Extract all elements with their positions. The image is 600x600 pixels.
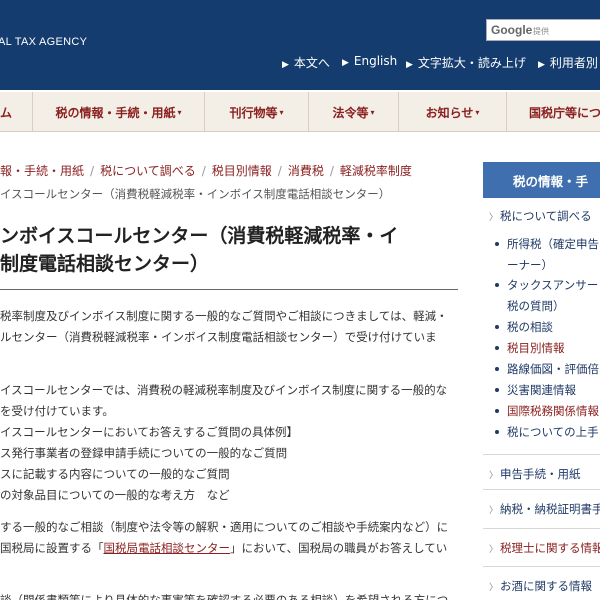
page-title: ンボイスコールセンター（消費税軽減税率・イ 制度電話相談センター） bbox=[0, 225, 399, 275]
regional-phone-center-link[interactable]: 国税局電話相談センター bbox=[104, 541, 231, 555]
sidebar-heading: 税の情報・手 bbox=[483, 162, 600, 198]
sidebar-divider bbox=[483, 528, 600, 529]
chevron-right-icon: 〉 bbox=[489, 471, 499, 481]
breadcrumb-separator: / bbox=[90, 164, 95, 178]
caret-down-icon: ▾ bbox=[177, 107, 182, 117]
sidebar-item-consultation[interactable]: 税の相談 bbox=[507, 319, 553, 335]
arrow-right-icon: ▶ bbox=[282, 60, 289, 70]
google-logo: Google bbox=[491, 23, 533, 37]
agency-name[interactable]: AL TAX AGENCY bbox=[0, 36, 87, 48]
nav-home[interactable]: ム bbox=[0, 92, 32, 132]
sidebar-item-research[interactable]: 税について調べる bbox=[500, 208, 592, 224]
breadcrumb-item[interactable]: 報・手続・用紙 bbox=[0, 164, 84, 178]
sidebar-divider bbox=[483, 454, 600, 455]
sidebar-item-tax-answer[interactable]: タックスアンサー bbox=[507, 277, 598, 293]
nav-publications[interactable]: 刊行物等 ▾ bbox=[204, 92, 308, 132]
nav-laws[interactable]: 法令等 ▾ bbox=[308, 92, 398, 132]
caret-down-icon: ▾ bbox=[475, 107, 480, 117]
breadcrumb-separator: / bbox=[329, 164, 334, 178]
bullet-icon bbox=[495, 388, 499, 392]
breadcrumb-item[interactable]: 税について調べる bbox=[100, 164, 196, 178]
sidebar-item-disaster[interactable]: 災害関連情報 bbox=[507, 382, 576, 398]
sidebar-item-income-tax-cont[interactable]: ーナー） bbox=[507, 257, 553, 273]
arrow-right-icon: ▶ bbox=[538, 60, 545, 70]
breadcrumb-separator: / bbox=[201, 164, 206, 178]
sidebar-item-income-tax[interactable]: 所得税（確定申告 bbox=[507, 236, 599, 252]
consultation-paragraph: する一般的なご相談（制度や法令等の解釈・適用についてのご相談や手続案内など）に … bbox=[0, 520, 449, 555]
breadcrumb-item[interactable]: 消費税 bbox=[288, 164, 324, 178]
google-sub-label: 提供 bbox=[533, 27, 549, 36]
bullet-icon bbox=[495, 409, 499, 413]
sidebar-item-international[interactable]: 国際税務関係情報 bbox=[507, 403, 599, 419]
bullet-icon bbox=[495, 283, 499, 287]
util-link-text-size[interactable]: ▶ 文字拡大・読み上げ bbox=[406, 54, 526, 71]
breadcrumb-item[interactable]: 税目別情報 bbox=[212, 164, 272, 178]
sidebar-divider bbox=[483, 489, 600, 490]
nav-tax-info[interactable]: 税の情報・手続・用紙 ▾ bbox=[32, 92, 204, 132]
nav-news[interactable]: お知らせ ▾ bbox=[398, 92, 506, 132]
util-link-user-type[interactable]: ▶ 利用者別 bbox=[538, 54, 598, 71]
sidebar-item-filing[interactable]: 申告手続・用紙 bbox=[500, 466, 581, 482]
bullet-icon bbox=[495, 242, 499, 246]
global-nav: ム 税の情報・手続・用紙 ▾ 刊行物等 ▾ 法令等 ▾ お知らせ ▾ 国税庁等につ bbox=[0, 92, 600, 132]
sidebar-item-tax-category[interactable]: 税目別情報 bbox=[507, 340, 565, 356]
util-link-main-content[interactable]: ▶ 本文へ bbox=[282, 54, 330, 71]
intro-paragraph: 税率制度及びインボイス制度に関する一般的なご質問やご相談につきましては、軽減・ … bbox=[0, 309, 448, 344]
nav-about-agency[interactable]: 国税庁等につ bbox=[506, 92, 600, 132]
chevron-right-icon: 〉 bbox=[489, 583, 499, 593]
caret-down-icon: ▾ bbox=[370, 107, 375, 117]
sidebar-divider bbox=[483, 566, 600, 567]
breadcrumb-separator: / bbox=[277, 164, 282, 178]
util-link-english[interactable]: ▶ English bbox=[342, 54, 397, 68]
appointment-paragraph: 談（関係書類等により具体的な事実等を確認する必要のある相談）を希望される方につ bbox=[0, 593, 449, 600]
chevron-right-icon: 〉 bbox=[489, 506, 499, 516]
bullet-icon bbox=[495, 430, 499, 434]
breadcrumb-current: イスコールセンター（消費税軽減税率・インボイス制度電話相談センター） bbox=[0, 187, 391, 201]
chevron-right-icon: 〉 bbox=[489, 545, 499, 555]
sidebar: 税の情報・手 〉 税について調べる 所得税（確定申告 ーナー） タックスアンサー… bbox=[483, 162, 600, 600]
sidebar-item-tax-tips[interactable]: 税についての上手 bbox=[507, 424, 599, 440]
arrow-right-icon: ▶ bbox=[406, 60, 413, 70]
callcenter-paragraph: イスコールセンターでは、消費税の軽減税率制度及びインボイス制度に関する一般的な … bbox=[0, 383, 448, 502]
sidebar-item-tax-accountant[interactable]: 税理士に関する情報 bbox=[500, 540, 600, 556]
sidebar-item-liquor[interactable]: お酒に関する情報 bbox=[500, 578, 592, 594]
breadcrumb: 報・手続・用紙 / 税について調べる / 税目別情報 / 消費税 / 軽減税率制度 bbox=[0, 162, 470, 178]
bullet-icon bbox=[495, 346, 499, 350]
caret-down-icon: ▾ bbox=[279, 107, 284, 117]
sidebar-item-road-price[interactable]: 路線価図・評価倍 bbox=[507, 361, 599, 377]
title-divider bbox=[0, 289, 458, 290]
chevron-right-icon: 〉 bbox=[489, 213, 499, 223]
search-input[interactable]: Google 提供 bbox=[486, 19, 600, 41]
arrow-right-icon: ▶ bbox=[342, 58, 349, 68]
breadcrumb-item[interactable]: 軽減税率制度 bbox=[340, 164, 412, 178]
sidebar-item-payment[interactable]: 納税・納税証明書手 bbox=[500, 501, 600, 517]
bullet-icon bbox=[495, 325, 499, 329]
sidebar-item-tax-answer-cont[interactable]: 税の質問） bbox=[507, 298, 565, 314]
bullet-icon bbox=[495, 367, 499, 371]
utility-nav: ▶ 本文へ ▶ English ▶ 文字拡大・読み上げ ▶ 利用者別 bbox=[0, 54, 600, 72]
site-header: AL TAX AGENCY Google 提供 ▶ 本文へ ▶ English ▶ 文… bbox=[0, 0, 600, 90]
